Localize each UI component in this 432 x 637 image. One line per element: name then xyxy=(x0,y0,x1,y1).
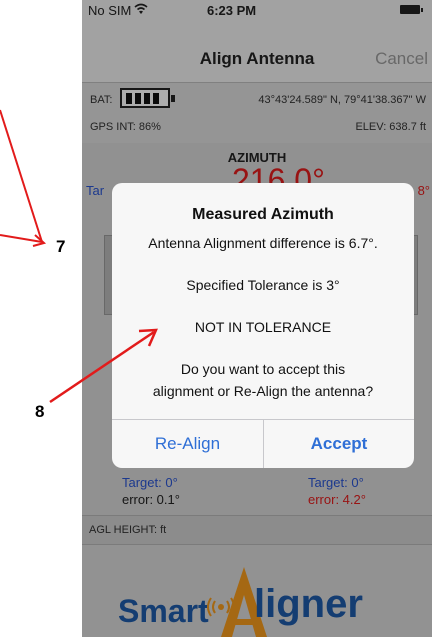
measured-azimuth-dialog: Measured Azimuth Antenna Alignment diffe… xyxy=(112,183,414,468)
alignment-difference-text: Antenna Alignment difference is 6.7°. xyxy=(148,235,378,251)
dialog-question-line2: alignment or Re-Align the antenna? xyxy=(152,383,374,399)
annotation-label-8: 8 xyxy=(35,402,45,421)
tolerance-text: Specified Tolerance is 3° xyxy=(186,277,340,293)
phone-screen: No SIM 6:23 PM Align Antenna Cancel BAT:… xyxy=(82,0,432,637)
annotation-label-7: 7 xyxy=(56,237,66,256)
dialog-title: Measured Azimuth xyxy=(192,206,334,223)
dialog-question-line1: Do you want to accept this xyxy=(180,361,346,377)
callout-arrow-icon xyxy=(0,234,43,243)
tolerance-status-text: NOT IN TOLERANCE xyxy=(194,319,332,335)
callout-arrow-icon xyxy=(0,109,43,243)
realign-button[interactable]: Re-Align xyxy=(112,420,263,468)
callout-arrow-icon xyxy=(32,234,47,247)
accept-button[interactable]: Accept xyxy=(264,420,414,468)
